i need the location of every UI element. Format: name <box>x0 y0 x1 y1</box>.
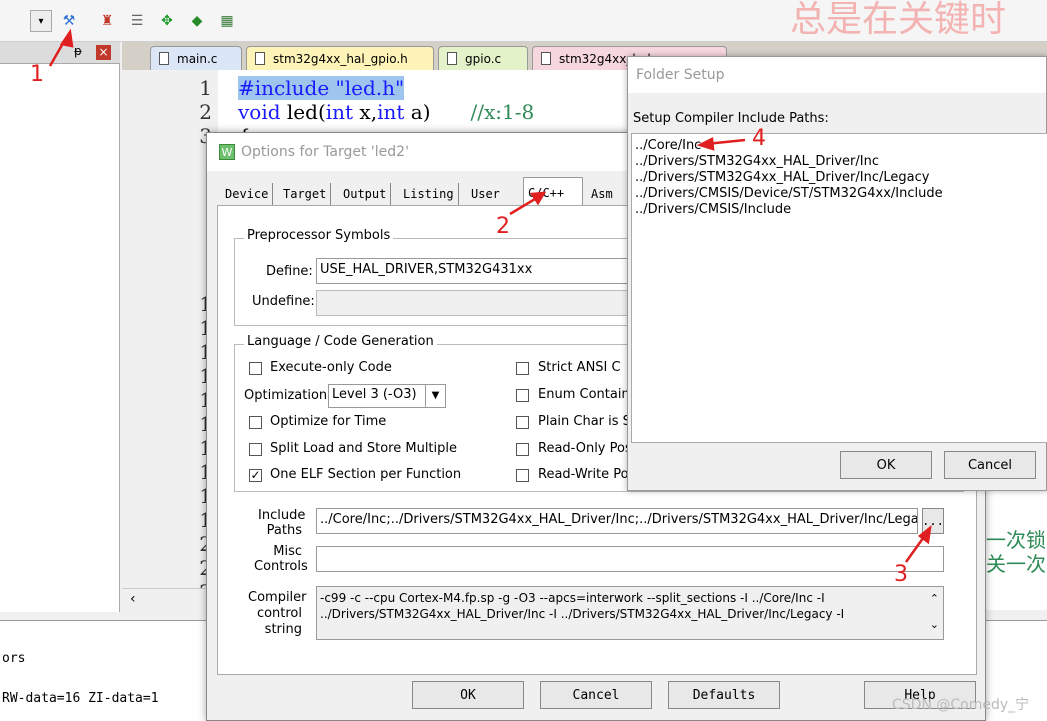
annotation-arrows <box>48 28 932 563</box>
csdn-watermark: CSDN @Comedy_宁 <box>892 697 1030 713</box>
